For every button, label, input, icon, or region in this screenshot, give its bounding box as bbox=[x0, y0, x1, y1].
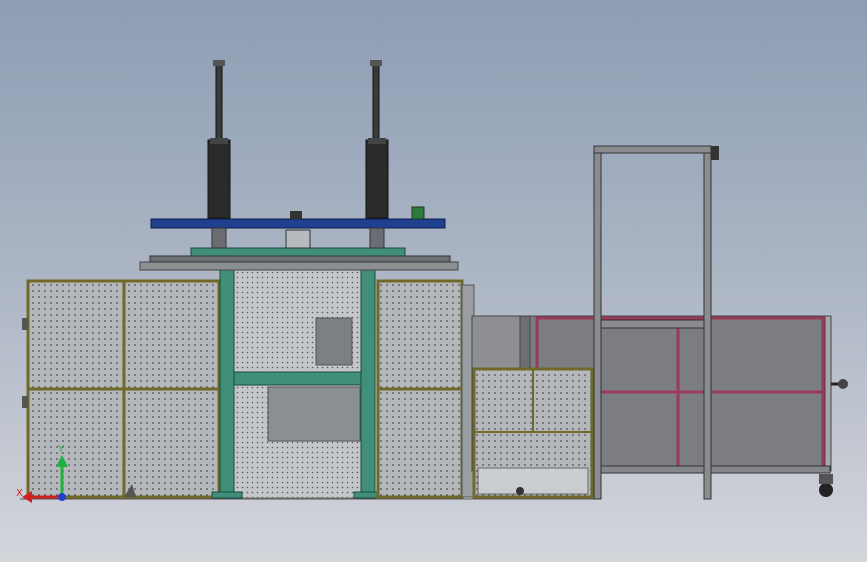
platen-bolt bbox=[290, 211, 302, 219]
left-guard-panel bbox=[22, 279, 221, 499]
right-guard-panel bbox=[376, 279, 475, 499]
cad-viewport[interactable]: X Y bbox=[0, 0, 867, 562]
small-front-guard bbox=[472, 367, 594, 499]
triad-x-label: X bbox=[16, 488, 23, 499]
triad-y-label: Y bbox=[57, 444, 65, 455]
machine-drawing: X Y bbox=[16, 60, 848, 503]
z-axis-dot bbox=[58, 493, 66, 501]
blue-platen bbox=[150, 218, 446, 229]
green-valve bbox=[411, 206, 425, 220]
